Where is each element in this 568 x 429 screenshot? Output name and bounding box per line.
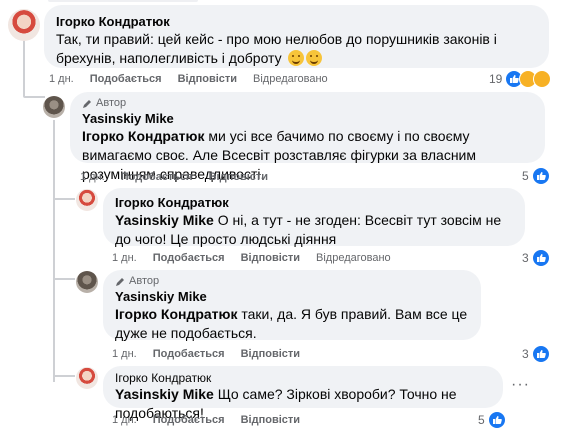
grinning-face-emoji-icon bbox=[305, 50, 322, 66]
comment-author[interactable]: Yasinskiy Mike bbox=[82, 110, 533, 127]
reaction-summary[interactable]: 3 bbox=[522, 345, 550, 363]
reply-button[interactable]: Відповісти bbox=[241, 414, 300, 426]
pencil-icon bbox=[83, 99, 91, 108]
avatar[interactable] bbox=[76, 189, 98, 211]
reaction-count: 5 bbox=[522, 169, 529, 183]
thread-line bbox=[23, 96, 45, 98]
comment-time[interactable]: 1 дн. bbox=[80, 171, 105, 183]
like-reaction-icon bbox=[531, 167, 550, 185]
comment-time[interactable]: 1 дн. bbox=[49, 73, 74, 85]
haha-reaction-icon bbox=[533, 70, 552, 88]
comment-actions: 1 дн. Подобається Відповісти bbox=[112, 348, 300, 360]
reply-button[interactable]: Відповісти bbox=[209, 171, 268, 183]
comment-author[interactable]: Ігорко Кондратюк bbox=[56, 13, 537, 30]
reaction-count: 3 bbox=[522, 347, 529, 361]
comment-actions: 1 дн. Подобається Відповісти Відредагова… bbox=[112, 252, 391, 264]
reaction-count: 3 bbox=[522, 251, 529, 265]
avatar[interactable] bbox=[76, 367, 98, 389]
author-badge: Автор bbox=[115, 275, 469, 288]
reaction-summary[interactable]: 5 bbox=[478, 411, 506, 429]
reaction-count: 19 bbox=[489, 72, 503, 86]
comment-text: Так, ти правий: цей кейс - про мою нелюб… bbox=[56, 31, 497, 66]
previous-content-strip bbox=[0, 0, 568, 4]
comment-actions: 1 дн. Подобається Відповісти bbox=[80, 171, 268, 183]
mention-link[interactable]: Yasinskiy Mike bbox=[115, 386, 214, 402]
like-reaction-icon bbox=[531, 249, 550, 267]
avatar[interactable] bbox=[76, 271, 98, 293]
like-button[interactable]: Подобається bbox=[121, 171, 193, 183]
comment-time[interactable]: 1 дн. bbox=[112, 252, 137, 264]
comment-bubble: Автор Yasinskiy Mike Ігорко Кондратюк ми… bbox=[70, 92, 545, 182]
comment-author[interactable]: Ігорко Кондратюк bbox=[115, 194, 513, 211]
like-reaction-icon bbox=[487, 411, 506, 429]
avatar[interactable] bbox=[43, 96, 65, 118]
reply-button[interactable]: Відповісти bbox=[241, 252, 300, 264]
mention-link[interactable]: Ігорко Кондратюк bbox=[82, 128, 205, 144]
smiling-face-emoji-icon bbox=[287, 50, 304, 66]
comment-time[interactable]: 1 дн. bbox=[112, 414, 137, 426]
thread-line bbox=[53, 375, 75, 377]
comment-author[interactable]: Ігорко Кондратюк bbox=[115, 371, 491, 385]
mention-link[interactable]: Yasinskiy Mike bbox=[115, 212, 214, 228]
reaction-count: 5 bbox=[478, 413, 485, 427]
thread-line bbox=[53, 120, 55, 382]
thread-line bbox=[23, 40, 25, 96]
like-button[interactable]: Подобається bbox=[153, 348, 225, 360]
comment-bubble: Ігорко Кондратюк Yasinskiy Mike Що саме?… bbox=[103, 366, 503, 421]
comment-bubble: Автор Yasinskiy Mike Ігорко Кондратюк та… bbox=[103, 270, 481, 341]
comment-actions: 1 дн. Подобається Відповісти bbox=[112, 414, 300, 426]
author-badge: Автор bbox=[82, 97, 533, 110]
more-options-icon[interactable]: ··· bbox=[511, 376, 530, 394]
reply-button[interactable]: Відповісти bbox=[178, 73, 237, 85]
comment-bubble: Ігорко Кондратюк Так, ти правий: цей кей… bbox=[44, 5, 549, 68]
edited-label: Відредаговано bbox=[253, 73, 328, 85]
avatar[interactable] bbox=[8, 9, 40, 41]
thread-line bbox=[53, 278, 75, 280]
edited-label: Відредаговано bbox=[316, 252, 391, 264]
like-button[interactable]: Подобається bbox=[153, 252, 225, 264]
reaction-summary[interactable]: 5 bbox=[522, 167, 550, 185]
mention-link[interactable]: Ігорко Кондратюк bbox=[115, 306, 238, 322]
comment-author[interactable]: Yasinskiy Mike bbox=[115, 288, 469, 305]
comment-time[interactable]: 1 дн. bbox=[112, 348, 137, 360]
like-reaction-icon bbox=[531, 345, 550, 363]
like-button[interactable]: Подобається bbox=[90, 73, 162, 85]
reaction-summary[interactable]: 3 bbox=[522, 249, 550, 267]
reaction-summary[interactable]: 19 bbox=[489, 70, 552, 88]
comment-bubble: Ігорко Кондратюк Yasinskiy Mike О ні, а … bbox=[103, 188, 525, 247]
comment-actions: 1 дн. Подобається Відповісти Відредагова… bbox=[49, 73, 328, 85]
pencil-icon bbox=[116, 277, 124, 286]
thread-line bbox=[53, 198, 75, 200]
reply-button[interactable]: Відповісти bbox=[241, 348, 300, 360]
comment-text: Ігорко Кондратюк таки, да. Я був правий.… bbox=[115, 306, 468, 341]
comment-text: Yasinskiy Mike О ні, а тут - не згоден: … bbox=[115, 212, 502, 247]
like-button[interactable]: Подобається bbox=[153, 414, 225, 426]
